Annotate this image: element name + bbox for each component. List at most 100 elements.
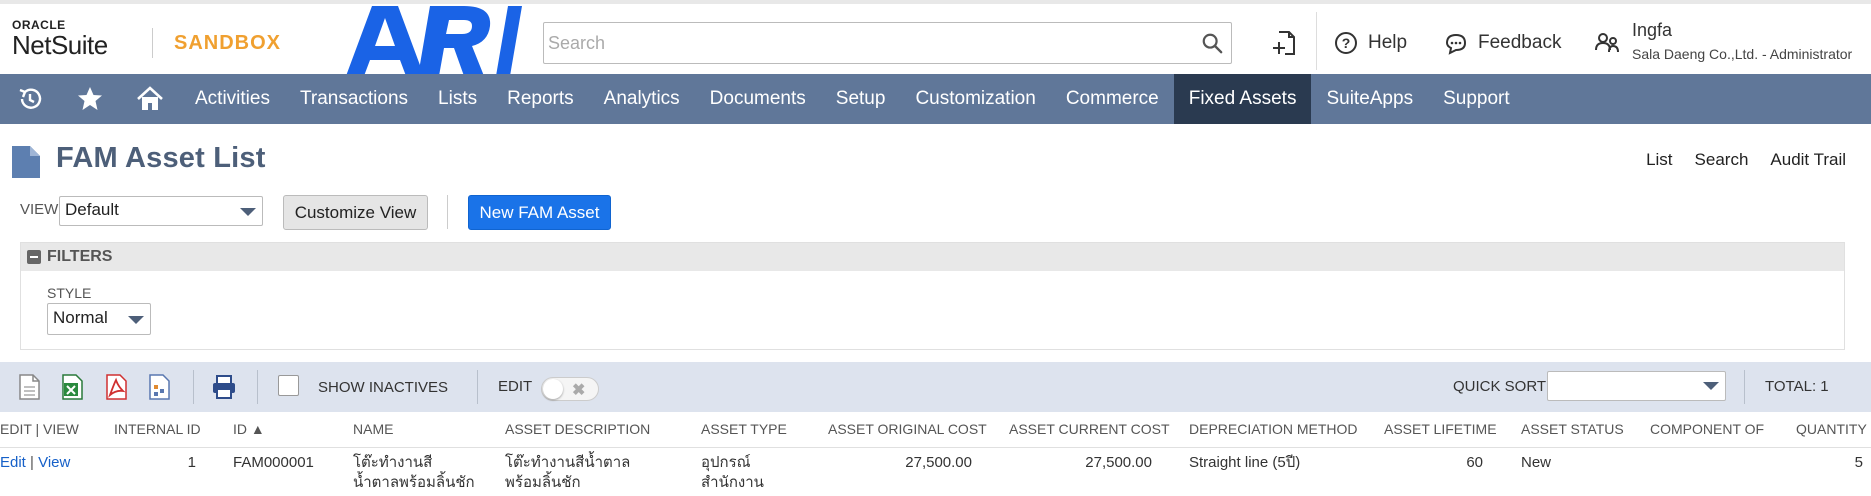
col-name[interactable]: NAME — [353, 421, 393, 437]
style-label: STYLE — [47, 285, 92, 301]
col-asset-status[interactable]: ASSET STATUS — [1521, 421, 1624, 437]
nav-commerce[interactable]: Commerce — [1051, 74, 1174, 124]
col-internal-id[interactable]: INTERNAL ID — [114, 421, 201, 437]
view-divider — [447, 195, 448, 229]
col-id[interactable]: ID ▲ — [233, 421, 265, 437]
style-select-value: Normal — [53, 308, 108, 327]
page-links: List Search Audit Trail — [1646, 150, 1846, 170]
nav-analytics[interactable]: Analytics — [589, 74, 695, 124]
col-edit-view: EDIT | VIEW — [0, 421, 79, 437]
nav-home[interactable] — [120, 74, 180, 124]
filters-title: FILTERS — [47, 248, 113, 265]
toolbar-divider — [477, 370, 478, 404]
print-icon[interactable] — [211, 374, 237, 400]
edit-toggle[interactable]: ✖ — [541, 377, 599, 401]
col-asset-current-cost[interactable]: ASSET CURRENT COST — [1009, 421, 1170, 437]
col-asset-original-cost[interactable]: ASSET ORIGINAL COST — [828, 421, 987, 437]
audit-trail-link[interactable]: Audit Trail — [1770, 150, 1846, 170]
quick-sort-label: QUICK SORT — [1453, 378, 1547, 395]
name-cell: โต๊ะทำงานสีน้ำตาลพร้อมลิ้นชัก — [353, 454, 475, 491]
page-title: FAM Asset List — [56, 142, 266, 174]
asset-status-cell: New — [1521, 454, 1552, 471]
table-row: Edit | View 1 FAM000001 โต๊ะทำงานสีน้ำตา… — [0, 448, 1871, 496]
depreciation-method-cell: Straight line (5ปี) — [1189, 454, 1301, 471]
show-inactives-checkbox[interactable] — [278, 375, 299, 396]
toggle-knob — [543, 379, 563, 399]
export-report-icon[interactable] — [147, 374, 171, 400]
help-link[interactable]: ? Help — [1334, 31, 1407, 55]
logo-divider — [152, 28, 153, 58]
collapse-icon — [27, 250, 41, 264]
nav-shortcuts[interactable] — [60, 74, 120, 124]
asset-lifetime-cell: 60 — [1466, 454, 1483, 471]
export-pdf-icon[interactable] — [104, 374, 128, 400]
filters-header[interactable]: FILTERS — [21, 243, 1844, 271]
search-link[interactable]: Search — [1695, 150, 1749, 170]
help-icon: ? — [1335, 32, 1357, 54]
toolbar-divider — [257, 370, 258, 404]
internal-id-cell: 1 — [187, 454, 196, 471]
toolbar-divider — [193, 370, 194, 404]
nav-transactions[interactable]: Transactions — [285, 74, 423, 124]
record-page-icon — [12, 146, 40, 178]
view-select[interactable]: Default — [59, 196, 263, 226]
global-search — [543, 22, 1232, 64]
quick-sort-select[interactable] — [1547, 371, 1726, 401]
col-asset-lifetime[interactable]: ASSET LIFETIME — [1384, 421, 1497, 437]
col-component-of[interactable]: COMPONENT OF — [1650, 421, 1764, 437]
home-icon — [137, 86, 163, 110]
style-select[interactable]: Normal — [47, 303, 151, 335]
header-divider — [1316, 12, 1317, 70]
asset-description-cell: โต๊ะทำงานสีน้ำตาลพร้อมลิ้นชัก — [505, 454, 631, 491]
customize-view-button[interactable]: Customize View — [283, 195, 428, 230]
quantity-cell: 5 — [1854, 454, 1863, 471]
user-role: Sala Daeng Co.,Ltd. - Administrator — [1632, 46, 1853, 62]
edit-toggle-label: EDIT — [498, 378, 533, 395]
chevron-down-icon — [1703, 382, 1719, 390]
col-depreciation-method[interactable]: DEPRECIATION METHOD — [1189, 421, 1358, 437]
new-fam-asset-button[interactable]: New FAM Asset — [468, 195, 611, 230]
company-logo — [346, 6, 522, 76]
show-inactives-label: SHOW INACTIVES — [318, 379, 449, 396]
table-header: EDIT | VIEW INTERNAL ID ID ▲ NAME ASSET … — [0, 412, 1871, 448]
asset-type-cell: อุปกรณ์สำนักงาน — [701, 454, 764, 491]
col-asset-type[interactable]: ASSET TYPE — [701, 421, 787, 437]
netsuite-logo-text[interactable]: NetSuite — [12, 30, 108, 61]
nav-customization[interactable]: Customization — [900, 74, 1050, 124]
nav-recent[interactable] — [0, 74, 60, 124]
export-csv-icon[interactable] — [17, 374, 41, 400]
search-icon[interactable] — [1201, 32, 1223, 54]
help-label: Help — [1368, 32, 1408, 53]
view-select-value: Default — [65, 200, 119, 219]
nav-lists[interactable]: Lists — [423, 74, 492, 124]
nav-setup[interactable]: Setup — [821, 74, 901, 124]
edit-link[interactable]: Edit — [0, 454, 26, 471]
link-separator: | — [30, 454, 34, 471]
col-asset-description[interactable]: ASSET DESCRIPTION — [505, 421, 650, 437]
nav-support[interactable]: Support — [1428, 74, 1525, 124]
list-link[interactable]: List — [1646, 150, 1672, 170]
nav-reports[interactable]: Reports — [492, 74, 589, 124]
main-nav: Activities Transactions Lists Reports An… — [0, 74, 1871, 124]
toolbar-divider — [1744, 370, 1745, 404]
view-link[interactable]: View — [38, 454, 70, 471]
col-quantity[interactable]: QUANTITY — [1796, 421, 1867, 437]
filters-panel: FILTERS STYLE Normal — [20, 242, 1845, 350]
feedback-icon — [1445, 33, 1467, 55]
nav-suiteapps[interactable]: SuiteApps — [1311, 74, 1428, 124]
nav-activities[interactable]: Activities — [180, 74, 285, 124]
nav-fixed-assets[interactable]: Fixed Assets — [1173, 74, 1312, 124]
feedback-label: Feedback — [1478, 32, 1562, 53]
current-cost-cell: 27,500.00 — [1085, 454, 1152, 471]
search-input[interactable] — [544, 23, 1164, 63]
role-switch-icon — [1595, 33, 1619, 53]
star-icon — [78, 87, 102, 110]
sandbox-badge: SANDBOX — [174, 32, 282, 54]
recent-records-icon[interactable] — [1270, 28, 1300, 58]
view-label: VIEW — [20, 201, 59, 218]
feedback-link[interactable]: Feedback — [1444, 31, 1561, 55]
export-excel-icon[interactable] — [60, 374, 84, 400]
original-cost-cell: 27,500.00 — [905, 454, 972, 471]
history-icon — [19, 88, 42, 109]
nav-documents[interactable]: Documents — [695, 74, 821, 124]
